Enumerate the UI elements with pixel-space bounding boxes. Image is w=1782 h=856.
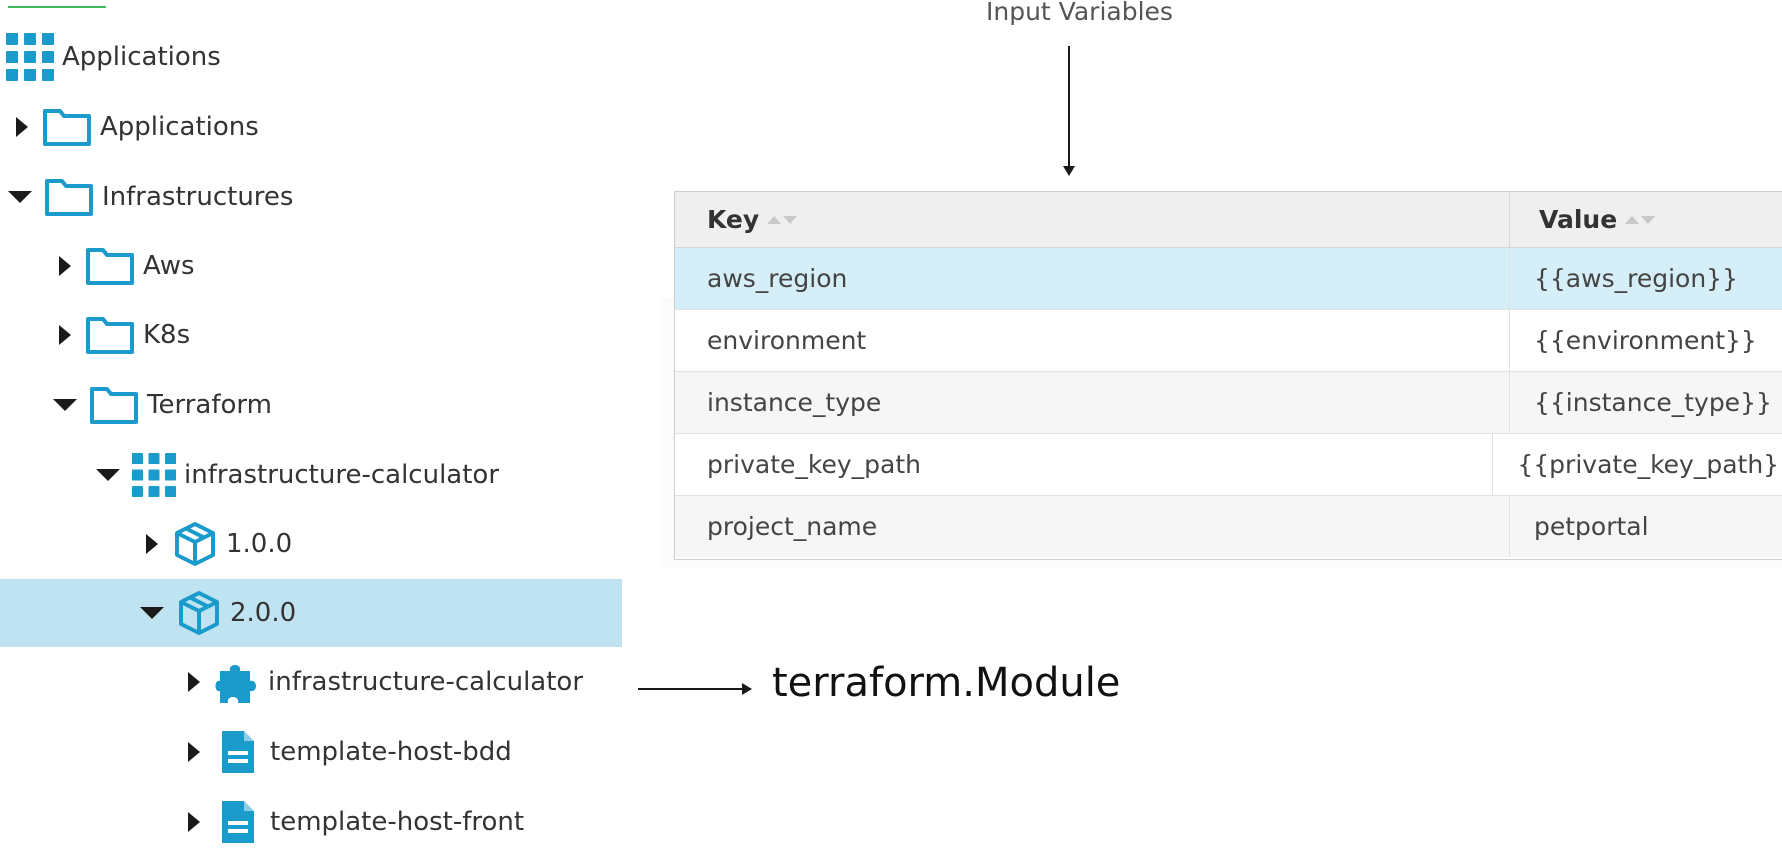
cell-value[interactable]: petportal <box>1510 496 1649 557</box>
folder-icon <box>85 315 135 355</box>
tree-item-terraform[interactable]: Terraform <box>0 371 622 439</box>
folder-icon <box>44 177 94 217</box>
caret-down-icon[interactable] <box>53 399 77 411</box>
caret-down-icon[interactable] <box>8 191 32 203</box>
cell-key[interactable]: project_name <box>675 496 1510 557</box>
tree-item-template-host-front[interactable]: template-host-front <box>0 788 622 856</box>
cell-key[interactable]: aws_region <box>675 248 1510 309</box>
tree-item-label: K8s <box>143 320 191 350</box>
cell-key[interactable]: instance_type <box>675 372 1510 433</box>
caret-right-icon[interactable] <box>188 742 200 762</box>
cell-value[interactable]: {{instance_type}} <box>1510 372 1772 433</box>
column-header-value[interactable]: Value <box>1510 192 1656 247</box>
application-grid-icon <box>132 453 176 497</box>
table-row[interactable]: project_name petportal <box>675 496 1782 557</box>
tree-item-infrastructures[interactable]: Infrastructures <box>0 163 622 231</box>
column-header-key-label: Key <box>707 205 760 234</box>
cell-key[interactable]: private_key_path <box>675 434 1494 495</box>
cell-value[interactable]: {{aws_region}} <box>1510 248 1738 309</box>
annotation-arrow-down <box>1068 46 1070 168</box>
cell-key[interactable]: environment <box>675 310 1510 371</box>
sort-icon[interactable] <box>1625 215 1656 224</box>
tree-item-infrastructure-calculator-module[interactable]: infrastructure-calculator <box>0 648 622 716</box>
caret-right-icon[interactable] <box>188 672 200 692</box>
tree-item-label: Applications <box>100 112 259 142</box>
caret-down-icon[interactable] <box>96 469 120 481</box>
annotation-arrow-right <box>638 688 744 690</box>
caret-right-icon[interactable] <box>59 325 71 345</box>
table-header: Key Value <box>675 192 1782 248</box>
tree-item-label: template-host-front <box>270 807 525 837</box>
tree-item-infrastructure-calculator-app[interactable]: infrastructure-calculator <box>0 441 622 509</box>
tree-item-label: infrastructure-calculator <box>268 667 584 697</box>
puzzle-icon <box>214 659 260 705</box>
package-icon <box>172 521 218 567</box>
module-type-annotation: terraform.Module <box>772 660 1121 706</box>
arrow-head-down-icon <box>1063 166 1075 176</box>
tree-item-label: 2.0.0 <box>230 598 297 628</box>
sort-icon[interactable] <box>767 215 798 224</box>
package-icon <box>176 590 222 636</box>
folder-icon <box>89 385 139 425</box>
tree-item-label: template-host-bdd <box>270 737 512 767</box>
table-row[interactable]: private_key_path {{private_key_path}} <box>675 434 1782 496</box>
tree-item-label: Aws <box>143 251 195 281</box>
caret-down-icon[interactable] <box>140 607 164 619</box>
folder-icon <box>42 107 92 147</box>
arrow-head-right-icon <box>742 683 752 695</box>
application-grid-icon <box>6 33 54 81</box>
caret-right-icon[interactable] <box>59 256 71 276</box>
column-header-key[interactable]: Key <box>675 192 1510 247</box>
input-variables-table: Key Value aws_region {{aws_region}} envi… <box>674 191 1782 560</box>
tree-item-label: infrastructure-calculator <box>184 460 500 490</box>
tree-item-label: 1.0.0 <box>226 529 293 559</box>
document-icon <box>220 799 256 845</box>
tree-item-label: Infrastructures <box>102 182 294 212</box>
tree-item-version-2-0-0[interactable]: 2.0.0 <box>0 579 622 647</box>
tree-root-applications[interactable]: Applications <box>0 24 622 90</box>
table-row[interactable]: instance_type {{instance_type}} <box>675 372 1782 434</box>
tree-item-k8s[interactable]: K8s <box>0 301 622 369</box>
caret-right-icon[interactable] <box>188 812 200 832</box>
tree-item-label: Terraform <box>147 390 272 420</box>
repository-tree: Applications Applications Infrastructure… <box>0 0 622 850</box>
tree-item-aws[interactable]: Aws <box>0 232 622 300</box>
table-row[interactable]: aws_region {{aws_region}} <box>675 248 1782 310</box>
folder-icon <box>85 246 135 286</box>
tree-item-version-1-0-0[interactable]: 1.0.0 <box>0 510 622 578</box>
tree-item-template-host-bdd[interactable]: template-host-bdd <box>0 718 622 786</box>
cell-value[interactable]: {{private_key_path}} <box>1493 434 1782 495</box>
caret-right-icon[interactable] <box>16 117 28 137</box>
tree-item-applications[interactable]: Applications <box>0 93 622 161</box>
document-icon <box>220 729 256 775</box>
caret-right-icon[interactable] <box>146 534 158 554</box>
cell-value[interactable]: {{environment}} <box>1510 310 1757 371</box>
column-header-value-label: Value <box>1539 205 1618 234</box>
tree-root-label: Applications <box>62 42 221 72</box>
table-row[interactable]: environment {{environment}} <box>675 310 1782 372</box>
input-variables-annotation: Input Variables <box>986 0 1173 26</box>
